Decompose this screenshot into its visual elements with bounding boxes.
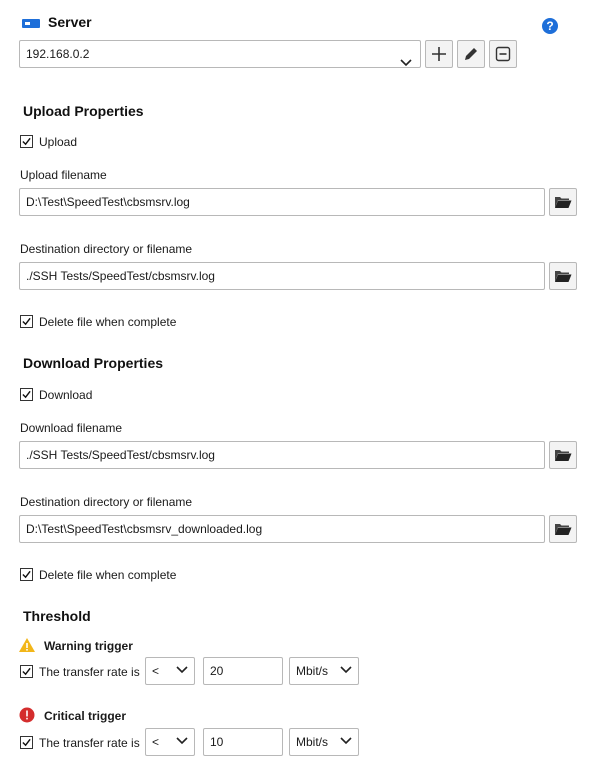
chevron-down-icon [340, 666, 352, 674]
warning-operator-value: < [152, 664, 160, 678]
warning-trigger-checkbox[interactable] [20, 665, 33, 678]
minus-box-icon [495, 46, 511, 62]
download-checkbox[interactable] [20, 388, 33, 401]
chevron-down-icon [400, 50, 412, 67]
upload-dest-value: ./SSH Tests/SpeedTest/cbsmsrv.log [26, 269, 215, 283]
critical-unit-select[interactable]: Mbit/s [289, 728, 359, 756]
help-icon[interactable]: ? [542, 18, 558, 34]
chevron-down-icon [176, 666, 188, 674]
download-dest-browse-button[interactable] [549, 515, 577, 543]
critical-icon [19, 707, 35, 723]
download-section-title: Download Properties [23, 355, 164, 371]
critical-trigger-title: Critical trigger [44, 709, 127, 723]
upload-dest-input[interactable]: ./SSH Tests/SpeedTest/cbsmsrv.log [19, 262, 545, 290]
chevron-down-icon [176, 737, 188, 745]
download-dest-value: D:\Test\SpeedTest\cbsmsrv_downloaded.log [26, 522, 263, 536]
plus-icon [432, 47, 446, 61]
folder-icon [555, 450, 572, 461]
download-delete-checkbox[interactable] [20, 568, 33, 581]
download-checkbox-label: Download [39, 388, 93, 402]
upload-dest-browse-button[interactable] [549, 262, 577, 290]
critical-operator-value: < [152, 735, 160, 749]
server-icon [22, 17, 40, 28]
checkmark-icon [22, 390, 31, 399]
server-select[interactable]: 192.168.0.2 [19, 40, 421, 68]
download-filename-browse-button[interactable] [549, 441, 577, 469]
server-title: Server [48, 14, 92, 30]
download-dest-label: Destination directory or filename [20, 495, 193, 509]
critical-operator-select[interactable]: < [145, 728, 195, 756]
critical-trigger-label: The transfer rate is [39, 736, 140, 750]
chevron-down-icon [340, 737, 352, 745]
checkmark-icon [22, 738, 31, 747]
upload-filename-value: D:\Test\SpeedTest\cbsmsrv.log [26, 195, 190, 209]
critical-unit-value: Mbit/s [296, 735, 329, 749]
warning-unit-select[interactable]: Mbit/s [289, 657, 359, 685]
server-select-value: 192.168.0.2 [26, 47, 90, 61]
checkmark-icon [22, 570, 31, 579]
warning-trigger-label: The transfer rate is [39, 665, 140, 679]
checkmark-icon [22, 667, 31, 676]
threshold-section-title: Threshold [23, 608, 91, 624]
critical-trigger-checkbox[interactable] [20, 736, 33, 749]
critical-value-input[interactable]: 10 [203, 728, 283, 756]
add-server-button[interactable] [425, 40, 453, 68]
critical-value: 10 [210, 735, 224, 749]
upload-filename-input[interactable]: D:\Test\SpeedTest\cbsmsrv.log [19, 188, 545, 216]
upload-filename-browse-button[interactable] [549, 188, 577, 216]
download-delete-label: Delete file when complete [39, 568, 177, 582]
download-dest-input[interactable]: D:\Test\SpeedTest\cbsmsrv_downloaded.log [19, 515, 545, 543]
upload-checkbox[interactable] [20, 135, 33, 148]
warning-unit-value: Mbit/s [296, 664, 329, 678]
warning-trigger-title: Warning trigger [44, 639, 133, 653]
upload-dest-label: Destination directory or filename [20, 242, 193, 256]
warning-icon [18, 637, 36, 653]
upload-section-title: Upload Properties [23, 103, 144, 119]
warning-value-input[interactable]: 20 [203, 657, 283, 685]
download-filename-label: Download filename [20, 421, 123, 435]
download-filename-input[interactable]: ./SSH Tests/SpeedTest/cbsmsrv.log [19, 441, 545, 469]
upload-filename-label: Upload filename [20, 168, 107, 182]
checkmark-icon [22, 317, 31, 326]
pencil-icon [465, 48, 477, 60]
upload-delete-checkbox[interactable] [20, 315, 33, 328]
remove-server-button[interactable] [489, 40, 517, 68]
edit-server-button[interactable] [457, 40, 485, 68]
checkmark-icon [22, 137, 31, 146]
upload-delete-label: Delete file when complete [39, 315, 177, 329]
warning-operator-select[interactable]: < [145, 657, 195, 685]
folder-icon [555, 271, 572, 282]
warning-value: 20 [210, 664, 224, 678]
folder-icon [555, 524, 572, 535]
upload-checkbox-label: Upload [39, 135, 78, 149]
download-filename-value: ./SSH Tests/SpeedTest/cbsmsrv.log [26, 448, 215, 462]
folder-icon [555, 197, 572, 208]
